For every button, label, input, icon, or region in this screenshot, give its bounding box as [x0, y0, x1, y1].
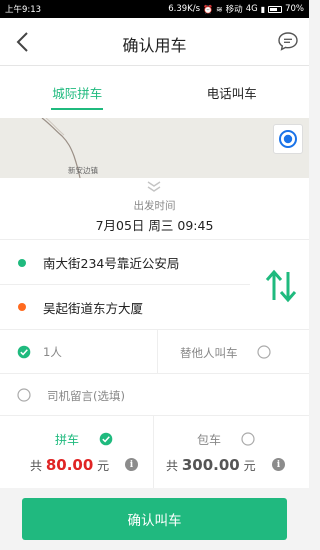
alarm-icon: ⏰: [203, 4, 213, 14]
nav-bar: 确认用车: [0, 18, 309, 66]
mode-tabs: 城际拼车 电话叫车: [0, 66, 309, 118]
carpool-info-icon[interactable]: i: [125, 458, 138, 471]
charter-radio[interactable]: [241, 432, 255, 446]
double-chevron-down-icon: [147, 181, 161, 192]
charter-price-amount: 300.00: [181, 456, 240, 474]
carpool-label: 拼车: [55, 433, 80, 447]
destination-dot-icon: [18, 303, 26, 311]
passenger-count-option[interactable]: 1人: [0, 330, 158, 374]
departure-time-label: 出发时间: [133, 200, 176, 212]
driver-note-label: 司机留言(选填): [47, 389, 125, 403]
charter-label: 包车: [197, 433, 222, 447]
map-view[interactable]: 新安边镇: [0, 118, 309, 178]
destination-address: 吴起街道东方大厦: [43, 300, 144, 316]
tab-intercity-carpool[interactable]: 城际拼车: [0, 66, 155, 118]
map-place-label: 新安边镇: [68, 166, 98, 175]
destination-row[interactable]: 吴起街道东方大厦: [0, 285, 250, 329]
call-for-others-radio[interactable]: [257, 345, 271, 359]
carpool-price: 共 80.00 元: [30, 456, 109, 474]
origin-dot-icon: [18, 258, 26, 267]
address-panel: 南大街234号靠近公安局 吴起街道东方大厦: [0, 240, 309, 330]
signal-icon: ▮: [260, 4, 266, 14]
driver-note-row[interactable]: 司机留言(选填): [0, 374, 309, 416]
carpool-price-prefix: 共: [30, 459, 43, 473]
network-type: 4G: [245, 4, 258, 14]
charter-price-prefix: 共: [166, 459, 179, 473]
message-button[interactable]: [277, 30, 299, 52]
carpool-price-unit: 元: [97, 459, 110, 473]
driver-note-radio[interactable]: [17, 388, 31, 402]
carpool-option[interactable]: 拼车 共 80.00 元 i: [0, 416, 154, 488]
departure-time-value[interactable]: 7月05日 周三 09:45: [0, 215, 309, 234]
swap-addresses-button[interactable]: [262, 267, 300, 305]
pricing-panel: 拼车 共 80.00 元 i 包车 共 300.00 元 i: [0, 416, 309, 488]
carpool-check-icon: [99, 432, 113, 446]
chat-bubble-icon: [278, 32, 298, 51]
origin-address: 南大街234号靠近公安局: [43, 256, 180, 271]
call-for-others-label[interactable]: 替他人叫车: [180, 345, 238, 361]
confirm-call-car-button[interactable]: 确认叫车: [22, 498, 287, 540]
departure-time-panel[interactable]: 出发时间 7月05日 周三 09:45: [0, 178, 309, 240]
carrier-label: 移动: [225, 5, 243, 15]
wifi-icon: ≋: [215, 4, 223, 14]
passenger-count-label: 1人: [43, 345, 62, 359]
locate-button[interactable]: [273, 124, 303, 154]
status-time: 上午9:13: [5, 5, 42, 15]
battery-icon: [268, 5, 283, 13]
charter-option[interactable]: 包车 共 300.00 元 i: [155, 416, 309, 488]
map-roads: [41, 118, 81, 178]
charter-price: 共 300.00 元: [166, 456, 256, 474]
network-speed: 6.39K/s: [168, 4, 200, 14]
charter-price-unit: 元: [243, 459, 256, 473]
tab-phone-call-car[interactable]: 电话叫车: [155, 66, 310, 118]
battery-percent: 70%: [285, 4, 304, 14]
status-indicators: 6.39K/s ⏰ ≋ 移动 4G ▮ 70%: [168, 3, 304, 15]
charter-info-icon[interactable]: i: [272, 458, 285, 471]
carpool-price-amount: 80.00: [45, 456, 94, 474]
locate-target-icon: [279, 130, 297, 148]
origin-row[interactable]: 南大街234号靠近公安局: [0, 241, 250, 285]
status-bar: 上午9:13 6.39K/s ⏰ ≋ 移动 4G ▮ 70%: [0, 0, 309, 18]
passenger-row: 1人 替他人叫车: [0, 330, 309, 374]
swap-vertical-icon: [265, 269, 297, 303]
check-circle-icon: [17, 345, 31, 359]
page-title: 确认用车: [122, 36, 187, 55]
